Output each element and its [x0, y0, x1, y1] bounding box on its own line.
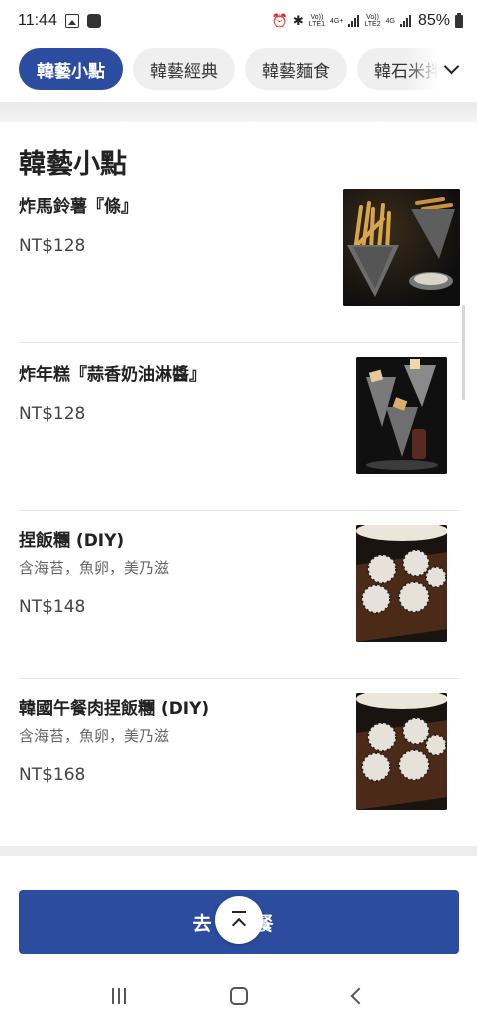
network-2-label: Vo)) LTE2 [364, 14, 381, 28]
rice-ball-photo [356, 525, 447, 642]
spam-rice-ball-photo [356, 693, 447, 810]
menu-item[interactable]: 炸年糕『蒜香奶油淋醬』 NT$128 [19, 356, 459, 511]
bluetooth-icon: ✱ [292, 13, 304, 29]
system-nav-bar [0, 968, 477, 1024]
item-name: 捏飯糰 (DIY) [19, 531, 125, 551]
status-right: ⏰ ✱ Vo)) LTE1 4G+ Vo)) LTE2 4G 85% [272, 12, 463, 30]
category-tabs-track: 韓藝小點 韓藝經典 韓藝麵食 韓石米拌 [0, 48, 459, 90]
tab-snacks[interactable]: 韓藝小點 [19, 48, 123, 90]
rice-ball-image [356, 525, 447, 642]
spam-rice-ball-image [356, 693, 447, 810]
tabs-divider [0, 102, 477, 122]
item-name: 韓國午餐肉捏飯糰 (DIY) [19, 699, 210, 719]
fries-photo [343, 189, 460, 306]
back-icon[interactable] [350, 987, 368, 1005]
recents-icon[interactable] [112, 988, 127, 1004]
network-1-type: 4G+ [329, 17, 344, 25]
rice-cake-image [356, 357, 447, 474]
tabs-expand-button[interactable] [407, 44, 477, 94]
item-price: NT$128 [19, 236, 86, 256]
item-price: NT$128 [19, 404, 86, 424]
status-left: 11:44 [18, 12, 101, 30]
network-2-type: 4G [385, 17, 395, 25]
item-divider [19, 510, 459, 511]
item-name: 炸年糕『蒜香奶油淋醬』 [19, 365, 206, 385]
tab-classics[interactable]: 韓藝經典 [133, 48, 235, 90]
section-title: 韓藝小點 [19, 149, 127, 180]
item-price: NT$168 [19, 765, 86, 785]
scroll-to-top-bar-icon [232, 910, 246, 913]
menu-item[interactable]: 捏飯糰 (DIY) 含海苔，魚卵，美乃滋 NT$148 [19, 524, 459, 679]
menu-item[interactable]: 炸馬鈴薯『條』 NT$128 [19, 188, 460, 343]
alarm-icon: ⏰ [271, 13, 288, 29]
signal-2-icon [399, 15, 411, 27]
menu-item[interactable]: 韓國午餐肉捏飯糰 (DIY) 含海苔，魚卵，美乃滋 NT$168 [19, 692, 459, 832]
fries-image [343, 189, 460, 306]
item-description: 含海苔，魚卵，美乃滋 [19, 559, 170, 577]
home-icon[interactable] [230, 987, 249, 1005]
tab-noodles[interactable]: 韓藝麵食 [245, 48, 347, 90]
item-description: 含海苔，魚卵，美乃滋 [19, 727, 170, 745]
status-bar: 11:44 ⏰ ✱ Vo)) LTE1 4G+ Vo)) LTE2 4G 85% [0, 0, 477, 42]
chevron-down-icon [443, 58, 460, 75]
battery-percent: 85% [417, 12, 450, 29]
battery-icon [455, 12, 463, 28]
signal-1-icon [348, 15, 360, 27]
app-notification-icon [86, 14, 101, 28]
item-price: NT$148 [19, 597, 86, 617]
item-name: 炸馬鈴薯『條』 [19, 197, 138, 217]
item-divider [19, 342, 459, 343]
network-1-label: Vo)) LTE1 [308, 14, 325, 28]
item-divider [19, 678, 459, 679]
category-tabs: 韓藝小點 韓藝經典 韓藝麵食 韓石米拌 [0, 44, 477, 94]
gallery-notification-icon [64, 14, 79, 28]
scrollbar[interactable] [462, 305, 465, 400]
status-time: 11:44 [18, 12, 57, 29]
bottom-divider [0, 846, 477, 856]
rice-cake-photo [356, 357, 447, 474]
scroll-to-top-button[interactable] [215, 896, 263, 944]
chevron-up-icon [231, 917, 247, 932]
